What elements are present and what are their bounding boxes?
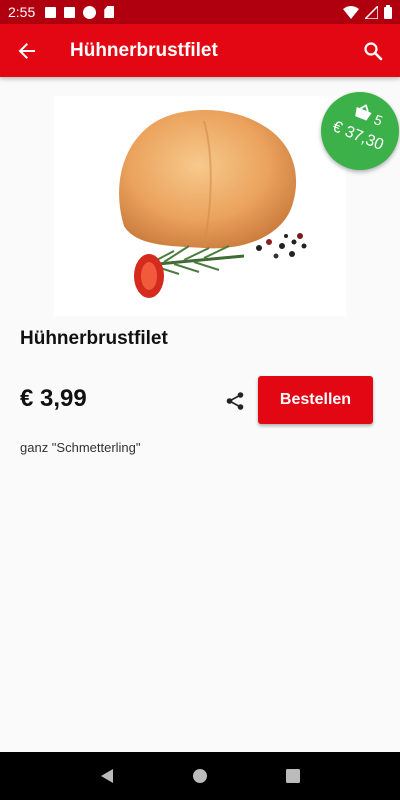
signal-icon: [365, 5, 378, 19]
nav-recents-button[interactable]: [269, 752, 317, 800]
page-title: Hühnerbrustfilet: [70, 39, 218, 61]
wifi-icon: [343, 5, 359, 19]
shopping-basket-icon: [355, 104, 372, 121]
circle-home-icon: [192, 769, 207, 783]
share-icon: [226, 392, 244, 410]
back-button[interactable]: [0, 24, 54, 77]
notification-icon: [83, 5, 97, 19]
notification-icon: [45, 6, 57, 18]
navigation-bar: [0, 752, 400, 800]
product-price: € 3,99: [20, 385, 87, 412]
status-time: 2:55: [8, 4, 36, 20]
order-button[interactable]: Bestellen: [258, 376, 373, 424]
arrow-back-icon: [18, 42, 35, 59]
sd-card-icon: [104, 6, 115, 18]
share-button[interactable]: [221, 387, 249, 415]
cart-count: 5: [371, 111, 385, 129]
status-bar: 2:55: [0, 0, 400, 24]
cart-badge[interactable]: 5 € 37,30: [321, 92, 399, 170]
search-icon: [364, 41, 383, 60]
cart-total: € 37,30: [329, 118, 386, 154]
square-recents-icon: [286, 769, 301, 783]
system-icons: [343, 5, 392, 19]
product-name: Hühnerbrustfilet: [20, 328, 168, 349]
search-button[interactable]: [346, 24, 400, 77]
app-bar: Hühnerbrustfilet: [0, 24, 400, 77]
notification-icon: [64, 6, 76, 18]
nav-home-button[interactable]: [176, 752, 224, 800]
notification-icons: [45, 5, 115, 19]
nav-back-button[interactable]: [83, 752, 131, 800]
product-description: ganz "Schmetterling": [20, 440, 141, 455]
triangle-back-icon: [100, 769, 113, 783]
battery-icon: [384, 5, 392, 19]
product-image: [54, 96, 346, 316]
